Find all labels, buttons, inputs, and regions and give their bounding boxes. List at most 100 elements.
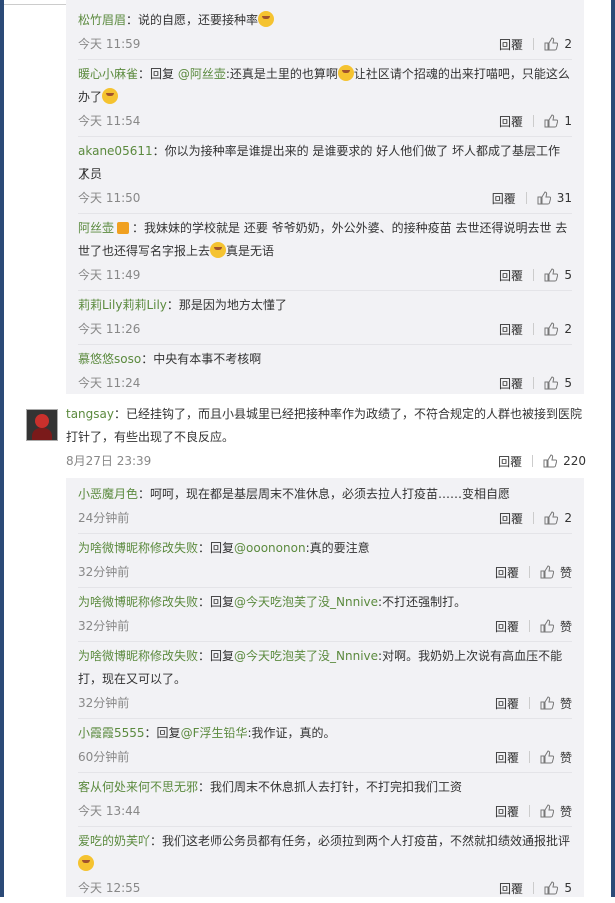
reply-actions: 回覆 赞 [495,695,572,711]
divider [533,269,534,281]
reply-text: ：说的自愿，还要接种率 [126,13,259,27]
like-count: 220 [563,454,586,468]
reply-button[interactable]: 回覆 [499,267,523,284]
reply-actions: 回覆 2 [499,321,572,337]
reply-time: 32分钟前 [78,696,130,710]
thumb-up-icon[interactable] [540,804,554,818]
thumb-up-icon[interactable] [544,322,558,336]
reply-button[interactable]: 回覆 [499,321,523,338]
reply-item: 为啥微博昵称修改失败：回复@今天吃泡芙了没_Nnnive:对啊。我奶奶上次说有高… [78,642,572,719]
reply-user[interactable]: 客从何处来何不思无邪 [78,780,198,794]
thumb-up-icon[interactable] [540,750,554,764]
reply-user[interactable]: 为啥微博昵称修改失败 [78,541,198,555]
reply-actions: 回覆 赞 [495,803,572,819]
reply-text: :还真是土里的也算啊 [225,67,338,81]
thumb-up-icon[interactable] [544,114,558,128]
thumb-up-icon[interactable] [544,268,558,282]
reply-text: ：呵呵，现在都是基层周末不准休息，必须去拉人打疫苗……变相自愿 [138,487,511,501]
reply-line: 小恶魔月色：呵呵，现在都是基层周末不准休息，必须去拉人打疫苗……变相自愿 [78,483,572,506]
thumb-up-icon[interactable] [540,565,554,579]
avatar[interactable] [26,409,58,441]
reply-button[interactable]: 回覆 [498,453,522,470]
divider [532,455,534,467]
mention-link[interactable]: @F浮生铅华 [181,726,248,740]
thumb-up-icon[interactable] [544,376,558,390]
reply-user[interactable]: 小恶魔月色 [78,487,138,501]
reply-user[interactable]: 为啥微博昵称修改失败 [78,649,198,663]
reply-actions: 回覆 赞 [495,749,572,765]
nested-replies-1: 松竹眉眉：说的自愿，还要接种率 今天 11:59 回覆 2 暖心小麻雀：回复 @阿丝壶:… [66,0,584,394]
reply-line: 小霞霞5555：回复@F浮生铅华:我作证，真的。 [78,722,572,745]
reply-button[interactable]: 回覆 [499,880,523,897]
reply-actions: 回覆 1 [499,113,572,129]
reply-item: 为啥微博昵称修改失败：回复@ooononon:真的要注意 32分钟前 回覆 赞 [78,534,572,588]
reply-actions: 回覆 2 [499,36,572,52]
comment-body-line2: 打针了，有些出现了不良反应。 [66,430,235,444]
reply-time: 今天 11:54 [78,114,141,128]
reply-text: :对啊。我奶奶上次说有高血压不能 [378,649,563,663]
reply-user[interactable]: 暖心小麻雀 [78,67,138,81]
reply-text: 打，现在又可以了。 [78,672,187,686]
laughing-emoji-icon [337,65,354,81]
reply-button[interactable]: 回覆 [495,749,519,766]
reply-button[interactable]: 回覆 [499,36,523,53]
mention-link[interactable]: @阿丝壶 [178,67,226,81]
divider [528,620,530,632]
thumb-up-icon[interactable] [544,511,558,525]
reply-line: 爱吃的奶芙吖：我们这老师公务员都有任务，必须拉到两个人打疫苗，不然就扣绩效通报批… [78,830,572,853]
reply-user[interactable]: 为啥微博昵称修改失败 [78,595,198,609]
divider [525,192,527,204]
reply-button[interactable]: 回覆 [499,510,523,527]
like-count: 2 [564,322,572,336]
mention-link[interactable]: @ooononon [234,541,306,555]
divider [533,323,534,335]
reply-line: 松竹眉眉：说的自愿，还要接种率 [78,9,572,32]
reply-text: ：回复 [198,649,235,663]
reply-time: 32分钟前 [78,619,130,633]
reply-user[interactable]: 莉莉Lily莉莉Lily [78,298,167,312]
thumb-up-icon[interactable] [543,454,558,468]
divider [528,805,530,817]
comment-user[interactable]: tangsay [66,407,114,421]
like-count: 赞 [559,750,572,765]
thumb-up-icon[interactable] [544,881,558,895]
reply-user[interactable]: 慕悠悠soso [78,352,141,366]
mention-link[interactable]: @今天吃泡芙了没_Nnnive [234,649,378,663]
reply-button[interactable]: 回覆 [495,803,519,820]
reply-user[interactable]: akane05611 [78,144,153,158]
reply-user[interactable]: 松竹眉眉 [78,13,126,27]
reply-user[interactable]: 爱吃的奶芙吖 [78,834,150,848]
thumb-up-icon[interactable] [537,191,551,205]
reply-button[interactable]: 回覆 [495,618,519,635]
comment-text: tangsay：已经挂钩了，而且小县城里已经把接种率作为政绩了，不符合规定的人群… [66,403,586,426]
reply-text: :不打还强制打。 [378,595,467,609]
reply-user[interactable]: 阿丝壶 [78,221,114,235]
reply-button[interactable]: 回覆 [499,113,523,130]
mention-link[interactable]: @今天吃泡芙了没_Nnnive [234,595,378,609]
thumb-up-icon[interactable] [540,696,554,710]
reply-text: ：回复 [144,726,181,740]
comment-time: 8月27日 23:39 [66,454,152,468]
reply-time: 今天 11:26 [78,322,141,336]
reply-button[interactable]: 回覆 [499,375,523,392]
reply-line: 客从何处来何不思无邪：我们周末不休息抓人去打针，不打完扣我们工资 [78,776,572,799]
like-count: 5 [564,268,572,282]
reply-item: 莉莉Lily莉莉Lily：那是因为地方太懂了今天 11:26 回覆 2 [78,291,572,345]
thumb-up-icon[interactable] [544,37,558,51]
reply-line: 暖心小麻雀：回复 @阿丝壶:还真是土里的也算啊 让社区请个招魂的出来打喵吧，只能这… [78,63,572,86]
reply-actions: 回覆 2 [499,510,572,526]
reply-line: 慕悠悠soso：中央有本事不考核啊 [78,348,572,371]
reply-user[interactable]: 小霞霞5555 [78,726,145,740]
thumb-up-icon[interactable] [540,619,554,633]
reply-line: 莉莉Lily莉莉Lily：那是因为地方太懂了 [78,294,572,317]
like-count: 赞 [559,565,572,580]
reply-actions: 回覆 5 [499,880,572,896]
reply-button[interactable]: 回覆 [495,564,519,581]
reply-line: 为啥微博昵称修改失败：回复@今天吃泡芙了没_Nnnive:对啊。我奶奶上次说有高… [78,645,572,668]
reply-item: 小恶魔月色：呵呵，现在都是基层周末不准休息，必须去拉人打疫苗……变相自愿 24分钟… [78,480,572,534]
comment-body-line1: ：已经挂钩了，而且小县城里已经把接种率作为政绩了，不符合规定的人群也被接到医院 [114,407,583,421]
reply-actions: 回覆 5 [499,267,572,283]
reply-line: 世了也还得写名字报上去 真是无语 [78,240,572,263]
reply-button[interactable]: 回覆 [492,190,516,207]
reply-button[interactable]: 回覆 [495,695,519,712]
